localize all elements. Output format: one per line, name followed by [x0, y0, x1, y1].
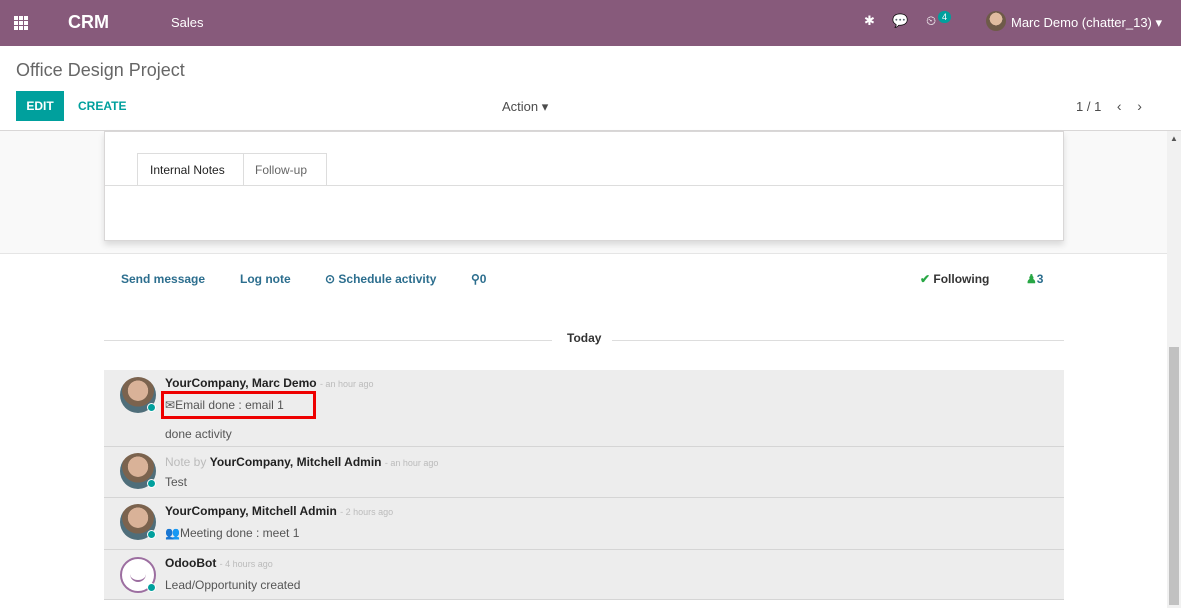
message-item: OdooBot - 4 hours ago Lead/Opportunity c…	[104, 550, 1064, 600]
activity-count-badge: 4	[938, 11, 952, 23]
date-separator-right	[612, 340, 1064, 341]
message-line: 👥Meeting done : meet 1	[165, 526, 299, 540]
chat-icon[interactable]: 💬	[892, 13, 908, 29]
online-status-icon	[147, 583, 156, 592]
clock-icon: ⊙	[325, 272, 339, 286]
message-author[interactable]: YourCompany, Mitchell Admin	[165, 504, 337, 518]
date-separator-label: Today	[567, 331, 602, 345]
tab-divider	[105, 185, 1063, 186]
message-detail: done activity	[165, 427, 232, 441]
next-record-icon[interactable]: ›	[1137, 98, 1142, 114]
app-name[interactable]: CRM	[68, 12, 109, 33]
tab-internal-notes[interactable]: Internal Notes	[137, 153, 244, 186]
check-icon: ✔	[920, 272, 934, 286]
log-note-button[interactable]: Log note	[240, 272, 291, 286]
user-avatar[interactable]	[986, 11, 1006, 31]
following-button[interactable]: ✔ Following	[920, 272, 989, 286]
message-line: ✉Email done : email 1	[165, 398, 284, 412]
user-icon: ♟	[1026, 272, 1037, 286]
message-author[interactable]: YourCompany, Marc Demo	[165, 376, 317, 390]
message-body: Meeting done : meet 1	[179, 526, 300, 540]
create-button[interactable]: CREATE	[78, 99, 126, 113]
action-dropdown[interactable]: Action ▾	[502, 99, 548, 115]
users-icon: 👥	[165, 526, 180, 540]
message-body: Lead/Opportunity created	[165, 578, 301, 592]
send-message-button[interactable]: Send message	[121, 272, 205, 286]
user-menu[interactable]: Marc Demo (chatter_13) ▾	[1011, 15, 1162, 31]
message-header: OdooBot - 4 hours ago	[165, 556, 273, 570]
date-separator-left	[104, 340, 552, 341]
message-item: Note by YourCompany, Mitchell Admin - an…	[104, 447, 1064, 498]
debug-bug-icon[interactable]: ✱	[864, 13, 875, 29]
message-body: Email done : email 1	[175, 398, 284, 412]
following-label: Following	[933, 272, 990, 286]
chatter-topbar: Send message Log note ⊙ Schedule activit…	[104, 272, 1064, 292]
form-content: Internal Notes Follow-up Send message Lo…	[0, 131, 1167, 608]
vertical-scrollbar[interactable]: ▲	[1167, 131, 1181, 608]
followers-button[interactable]: ♟3	[1026, 272, 1043, 286]
pager-value[interactable]: 1 / 1	[1076, 99, 1101, 114]
attachment-button[interactable]: ⚲0	[471, 272, 486, 286]
paperclip-icon: ⚲	[471, 272, 480, 286]
message-item: YourCompany, Mitchell Admin - 2 hours ag…	[104, 498, 1064, 550]
edit-button[interactable]: EDIT	[16, 91, 64, 121]
schedule-activity-label: Schedule activity	[338, 272, 437, 286]
message-body: Test	[165, 475, 188, 489]
message-time: - an hour ago	[319, 379, 374, 389]
top-navbar: CRM Sales ✱ 💬 ⏲ 4 Marc Demo (chatter_13)…	[0, 0, 1181, 46]
schedule-activity-button[interactable]: ⊙ Schedule activity	[325, 272, 436, 286]
tab-follow-up[interactable]: Follow-up	[243, 153, 327, 186]
scroll-up-icon[interactable]: ▲	[1170, 134, 1178, 143]
activity-clock-icon[interactable]: ⏲	[926, 13, 936, 29]
followers-count: 3	[1036, 272, 1044, 286]
message-header: YourCompany, Marc Demo - an hour ago	[165, 376, 373, 390]
scrollbar-thumb[interactable]	[1169, 347, 1179, 605]
attachment-count: 0	[479, 272, 487, 286]
message-time: - 2 hours ago	[340, 507, 394, 517]
message-author[interactable]: YourCompany, Mitchell Admin	[210, 455, 382, 469]
note-by-label: Note by	[165, 455, 210, 469]
previous-record-icon[interactable]: ‹	[1117, 98, 1122, 114]
apps-menu-icon[interactable]	[14, 16, 28, 30]
menu-sales[interactable]: Sales	[171, 15, 204, 30]
message-item: YourCompany, Marc Demo - an hour ago ✉Em…	[104, 370, 1064, 447]
message-header: Note by YourCompany, Mitchell Admin - an…	[165, 455, 438, 469]
message-header: YourCompany, Mitchell Admin - 2 hours ag…	[165, 504, 393, 518]
envelope-icon: ✉	[165, 398, 176, 412]
message-time: - an hour ago	[384, 458, 439, 468]
online-status-icon	[147, 530, 156, 539]
online-status-icon	[147, 403, 156, 412]
page-title: Office Design Project	[16, 60, 185, 80]
message-author[interactable]: OdooBot	[165, 556, 216, 570]
control-panel: Office Design Project EDIT CREATE Action…	[0, 46, 1181, 131]
form-sheet: Internal Notes Follow-up	[104, 131, 1064, 241]
message-time: - 4 hours ago	[219, 559, 273, 569]
pager: 1 / 1 ‹ ›	[1076, 98, 1142, 114]
online-status-icon	[147, 479, 156, 488]
